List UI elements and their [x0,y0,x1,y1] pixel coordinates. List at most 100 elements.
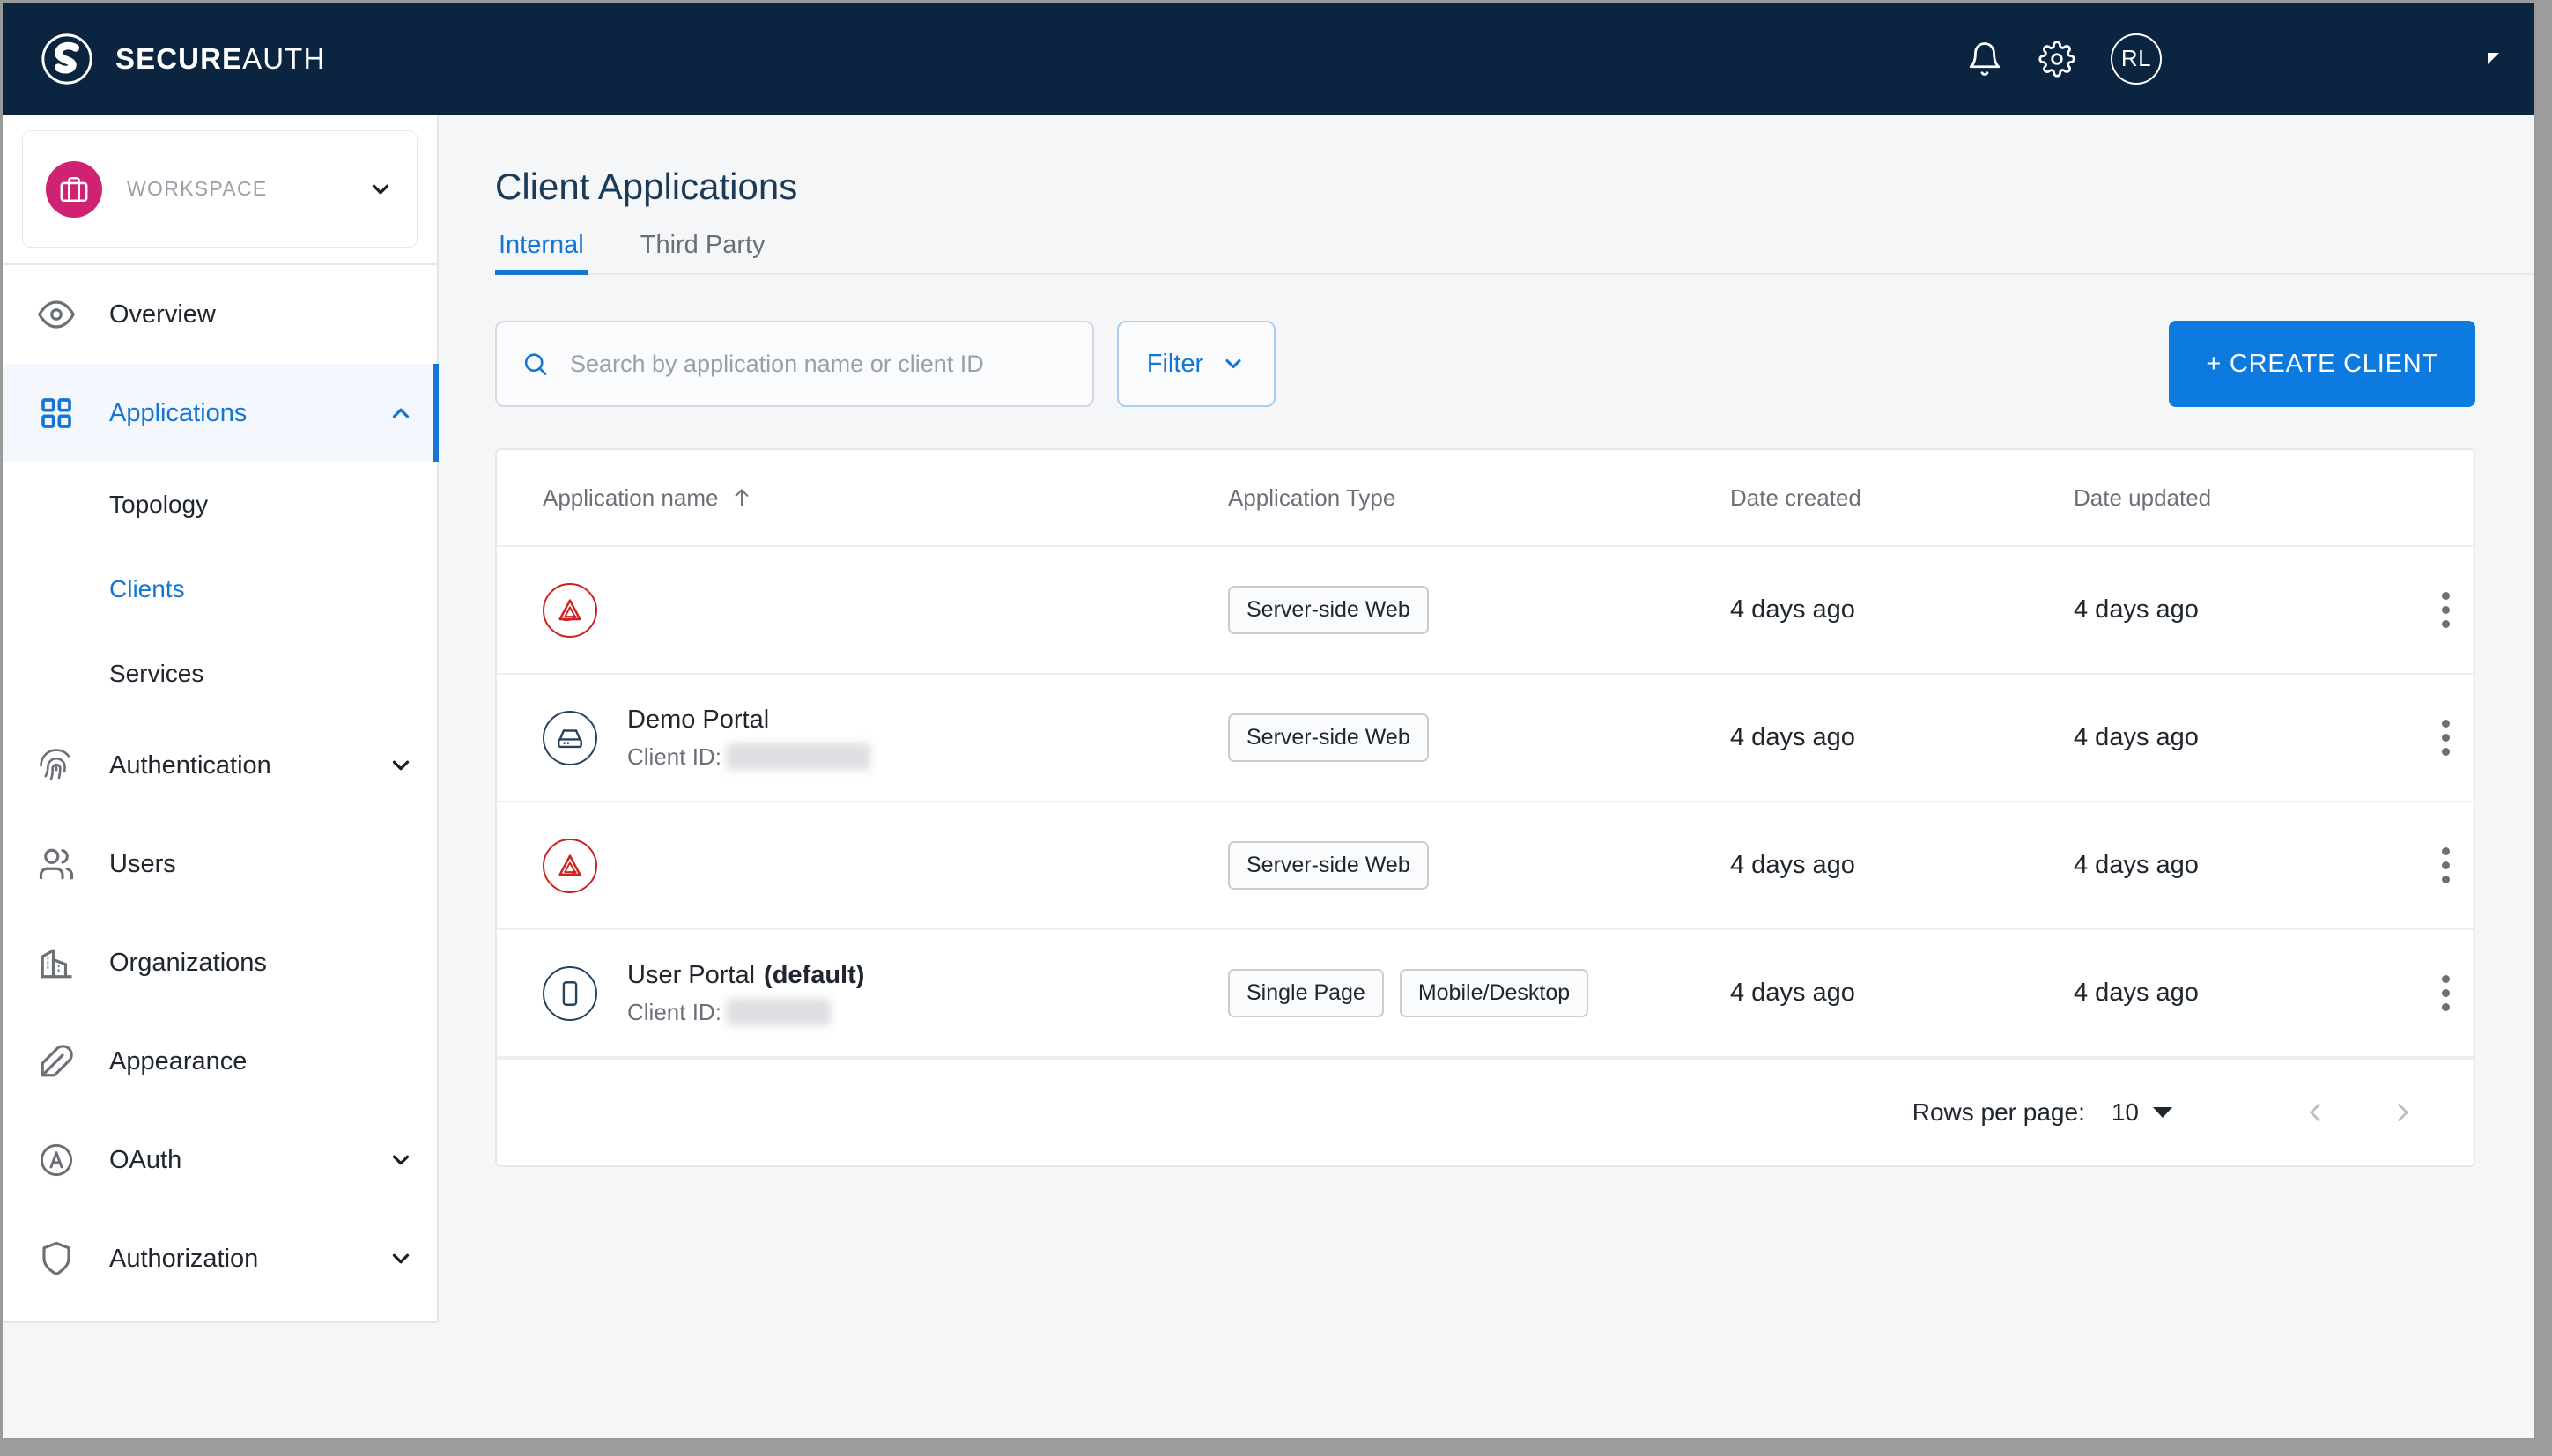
cell-date-created: 4 days ago [1730,595,2074,625]
sidebar: WORKSPACE Overview Applications Topology… [3,115,439,1323]
client-id-label: Client ID: [627,743,721,770]
cell-application-name [497,838,1228,893]
default-badge: (default) [764,960,865,989]
circled-a-icon [36,1140,77,1180]
avatar[interactable]: RL [2111,33,2162,85]
column-header-label: Application name [543,484,719,511]
date-updated-value: 4 days ago [2074,723,2199,751]
column-header-application-name[interactable]: Application name [497,484,1228,512]
tab-bar: Internal Third Party [495,231,2534,275]
sidebar-subitem-services[interactable]: Services [3,632,437,716]
sidebar-item-label: Organizations [109,948,267,977]
date-updated-value: 4 days ago [2074,595,2199,624]
kebab-menu-icon[interactable] [2433,583,2459,637]
sidebar-item-authentication[interactable]: Authentication [3,716,437,815]
chevron-down-icon[interactable] [388,1245,414,1272]
sidebar-item-overview[interactable]: Overview [3,265,437,364]
sidebar-subitem-topology[interactable]: Topology [3,462,437,547]
chevron-left-icon [2310,1104,2320,1121]
cell-actions [2417,966,2474,1020]
tab-label: Third Party [640,231,766,259]
column-header-label: Date updated [2074,484,2212,511]
column-header-date-created[interactable]: Date created [1730,484,2074,512]
mobile-device-icon [543,965,597,1021]
rows-per-page-value[interactable]: 10 [2112,1098,2139,1127]
kebab-menu-icon[interactable] [2433,839,2459,892]
create-client-button[interactable]: + CREATE CLIENT [2169,321,2475,407]
column-header-date-updated[interactable]: Date updated [2074,484,2417,512]
table-row[interactable]: Demo Portal Client ID: Server-side Web 4… [497,675,2474,802]
workspace-selector[interactable]: WORKSPACE [22,130,418,248]
sidebar-item-oauth[interactable]: OAuth [3,1111,437,1209]
server-icon [543,710,597,765]
column-header-label: Application Type [1228,484,1396,511]
avatar-initials: RL [2120,45,2152,71]
sidebar-item-authorization[interactable]: Authorization [3,1209,437,1308]
feather-pen-icon [36,1041,77,1082]
filter-button[interactable]: Filter [1117,321,1276,407]
sidebar-item-label: Authentication [109,750,271,780]
cell-date-created: 4 days ago [1730,723,2074,752]
tab-third-party[interactable]: Third Party [637,231,769,273]
date-created-value: 4 days ago [1730,595,1855,624]
sidebar-item-label: Overview [109,299,216,329]
cell-application-type: Single Page Mobile/Desktop [1228,969,1730,1017]
dropdown-caret-icon[interactable] [2153,1107,2172,1118]
column-header-application-type[interactable]: Application Type [1228,484,1730,512]
search-box[interactable] [495,321,1094,407]
cell-date-updated: 4 days ago [2074,595,2417,625]
rows-per-page-label: Rows per page: [1912,1098,2085,1126]
top-navigation-bar: SECUREAUTH RL [3,3,2534,115]
cell-application-type: Server-side Web [1228,841,1730,890]
cell-actions [2417,711,2474,765]
topbar-corner-caret-icon[interactable] [2488,53,2499,64]
date-updated-value: 4 days ago [2074,851,2199,879]
gear-icon[interactable] [2038,40,2075,78]
red-triangle-logo-icon [543,582,597,638]
pagination-bar: Rows per page: 10 [497,1058,2474,1165]
sidebar-item-label: Users [109,849,176,878]
brand-logo-group[interactable]: SECUREAUTH [40,32,325,86]
type-badge: Server-side Web [1228,841,1429,890]
fingerprint-icon [36,745,77,786]
table-header-row: Application name Application Type Date c… [497,450,2474,547]
cell-actions [2417,583,2474,637]
chevron-down-icon[interactable] [367,176,394,203]
application-window: SECUREAUTH RL WORKSPACE Overview Applica… [0,0,2537,1440]
chevron-down-icon[interactable] [388,752,414,779]
sidebar-item-applications[interactable]: Applications [3,364,439,462]
shield-icon [36,1238,77,1279]
sidebar-item-users[interactable]: Users [3,815,437,913]
cell-date-created: 4 days ago [1730,979,2074,1008]
chevron-up-icon[interactable] [388,400,414,426]
cell-application-name [497,582,1228,638]
type-badge: Server-side Web [1228,713,1429,762]
sidebar-subitem-clients[interactable]: Clients [3,547,437,632]
sidebar-subitem-label: Services [109,660,204,687]
date-updated-value: 4 days ago [2074,979,2199,1007]
previous-page-button[interactable] [2287,1084,2343,1141]
next-page-button[interactable] [2375,1084,2431,1141]
briefcase-icon [46,160,102,218]
application-name: User Portal (default) [627,961,864,990]
search-input[interactable] [569,350,1068,378]
bell-icon[interactable] [1966,41,2003,78]
chevron-down-icon[interactable] [388,1147,414,1173]
application-name-block: User Portal (default) Client ID: [627,961,864,1026]
chevron-right-icon [2398,1104,2408,1121]
sidebar-item-organizations[interactable]: Organizations [3,913,437,1012]
cell-date-created: 4 days ago [1730,851,2074,880]
search-icon [524,353,547,375]
kebab-menu-icon[interactable] [2433,711,2459,765]
table-row[interactable]: Server-side Web 4 days ago 4 days ago [497,802,2474,930]
kebab-menu-icon[interactable] [2433,966,2459,1020]
tab-internal[interactable]: Internal [495,231,588,275]
table-row[interactable]: User Portal (default) Client ID: Single P… [497,930,2474,1058]
application-name-text: User Portal [627,960,756,989]
brand-name-light: AUTH [242,41,326,75]
table-row[interactable]: Server-side Web 4 days ago 4 days ago [497,547,2474,675]
application-name: Demo Portal [627,705,770,734]
sidebar-item-appearance[interactable]: Appearance [3,1012,437,1111]
column-header-label: Date created [1730,484,1861,511]
users-icon [36,844,77,884]
